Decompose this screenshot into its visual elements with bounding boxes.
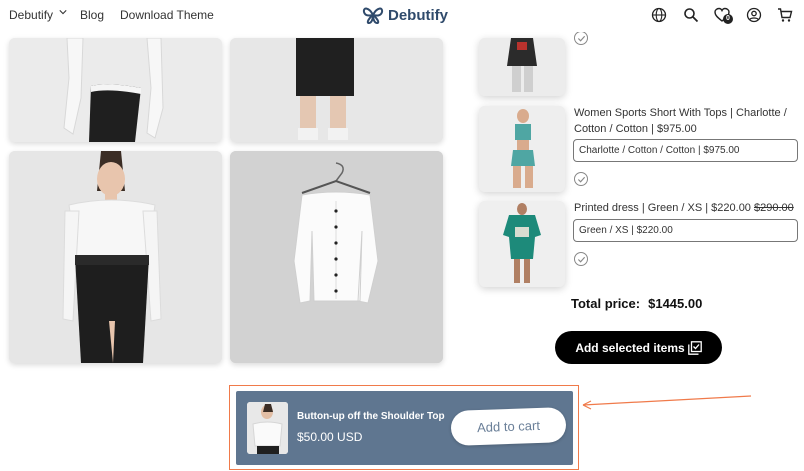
nav-download-theme[interactable]: Download Theme — [120, 8, 214, 22]
add-selected-items-label: Add selected items — [575, 340, 685, 355]
product-photo-3[interactable] — [9, 151, 222, 363]
check-icon — [577, 256, 586, 263]
site-header: Debutify Blog Download Theme Debutify 0 — [0, 0, 804, 32]
nav-blog[interactable]: Blog — [80, 8, 104, 22]
bundle-thumb-jacket[interactable] — [479, 38, 565, 96]
sticky-product-price: $50.00 USD — [297, 430, 363, 444]
bundle-thumb-printed-dress[interactable] — [479, 201, 565, 287]
product-photo-1[interactable] — [9, 38, 222, 142]
variant-select[interactable]: Charlotte / Cotton / Cotton | $975.00 — [573, 139, 798, 162]
total-price: Total price: $1445.00 — [571, 296, 702, 311]
chevron-down-icon[interactable] — [59, 8, 67, 16]
variant-select[interactable]: Green / XS | $220.00 — [573, 219, 798, 242]
add-selected-items-button[interactable]: Add selected items — [555, 331, 722, 364]
compare-at-price: $290.00 — [754, 202, 794, 214]
sticky-product-title: Button-up off the Shoulder Top — [297, 411, 445, 422]
add-to-cart-button[interactable]: Add to cart — [450, 407, 567, 446]
account-icon[interactable] — [746, 7, 762, 23]
logo-text: Debutify — [388, 6, 448, 24]
product-photo-2[interactable] — [230, 38, 443, 142]
nav-debutify[interactable]: Debutify — [9, 8, 53, 22]
logo[interactable]: Debutify — [362, 4, 448, 26]
multi-select-icon — [687, 340, 702, 355]
sticky-add-to-cart-bar: Button-up off the Shoulder Top $50.00 US… — [236, 391, 573, 465]
select-checkbox[interactable] — [574, 172, 588, 186]
check-icon — [577, 35, 586, 42]
cart-icon[interactable] — [777, 7, 793, 23]
search-icon[interactable] — [683, 7, 699, 23]
select-checkbox[interactable] — [574, 31, 588, 45]
wishlist-count-badge: 0 — [723, 14, 733, 24]
total-price-label: Total price: — [571, 296, 641, 311]
bundle-product-title[interactable]: Printed dress | Green / XS | $220.00 $29… — [574, 200, 800, 216]
product-photo-4[interactable] — [230, 151, 443, 363]
total-price-value: $1445.00 — [648, 296, 703, 311]
sticky-product-thumb — [247, 402, 288, 454]
butterfly-logo-icon — [362, 7, 384, 24]
annotation-arrow-icon — [582, 395, 752, 410]
globe-icon[interactable] — [651, 7, 667, 23]
check-icon — [577, 176, 586, 183]
product-title-text: Printed dress | Green / XS | $220.00 — [574, 202, 751, 214]
bundle-thumb-sports-set[interactable] — [479, 106, 565, 192]
bundle-product-title[interactable]: Women Sports Short With Tops | Charlotte… — [574, 105, 800, 137]
select-checkbox[interactable] — [574, 252, 588, 266]
